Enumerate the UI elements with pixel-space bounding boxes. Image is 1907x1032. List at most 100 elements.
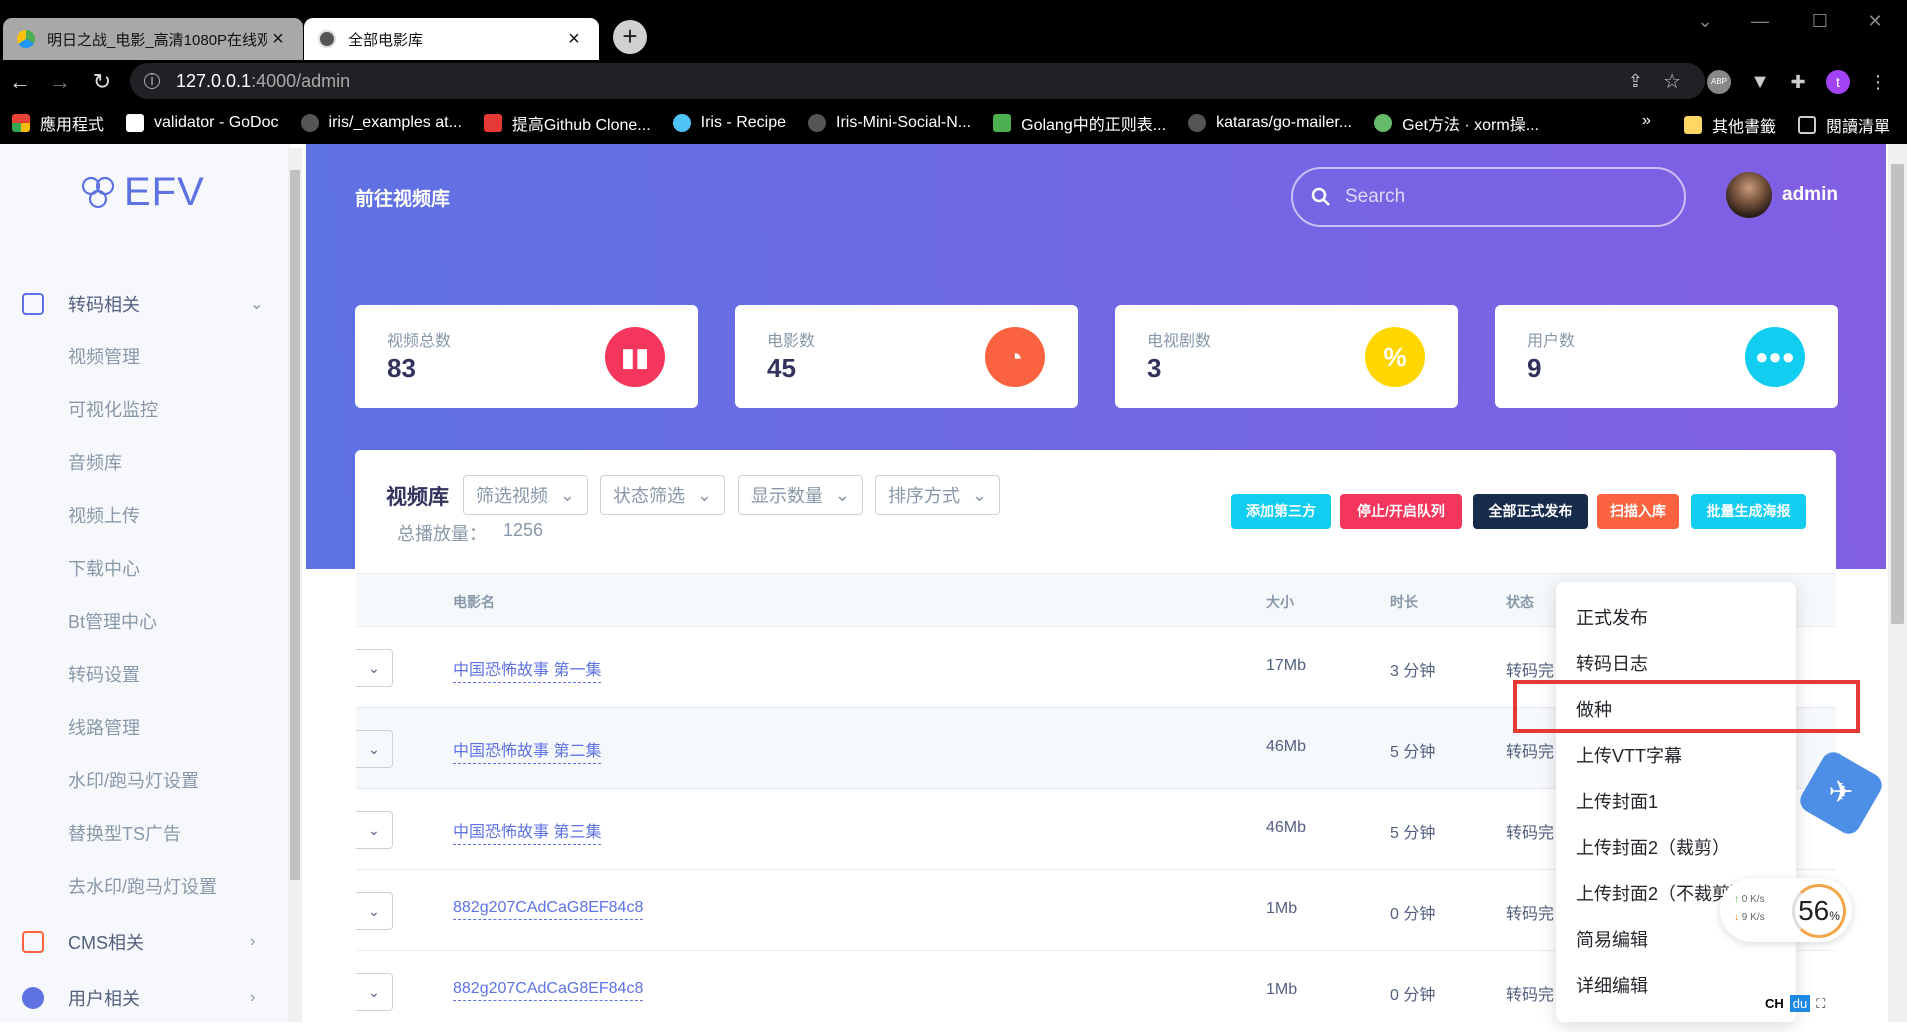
- sidebar-section-transcode[interactable]: 转码相关 ⌄: [0, 279, 290, 329]
- bookmark-apps[interactable]: 應用程式: [12, 111, 104, 135]
- bookmark-xorm[interactable]: Get方法 · xorm操...: [1374, 111, 1539, 135]
- row-actions-dropdown[interactable]: ⌄: [356, 811, 393, 849]
- back-button[interactable]: ←: [4, 66, 36, 98]
- toggle-queue-button[interactable]: 停止/开启队列: [1340, 494, 1462, 529]
- sort-select[interactable]: 排序方式 ⌄: [875, 475, 1000, 515]
- tab-movie-page[interactable]: 明日之战_电影_高清1080P在线观 ×: [3, 18, 303, 60]
- page-size-select[interactable]: 显示数量 ⌄: [738, 475, 863, 515]
- reading-list[interactable]: 閱讀清單: [1798, 113, 1890, 137]
- address-bar[interactable]: i 127.0.0.1:4000/admin ⇪ ☆: [130, 63, 1705, 99]
- page-scrollbar[interactable]: [1888, 144, 1907, 1022]
- reload-button[interactable]: ↻: [86, 66, 118, 98]
- movie-name-link[interactable]: 882g207CAdCaG8EF84c8: [453, 899, 644, 920]
- bookmark-iris-mini-social[interactable]: Iris-Mini-Social-N...: [808, 114, 971, 132]
- iris-logo-icon: [672, 114, 691, 132]
- ime-lang[interactable]: CH: [1765, 996, 1784, 1011]
- sidebar-section-users[interactable]: 用户相关 ›: [0, 973, 290, 1023]
- avatar: [1726, 172, 1772, 218]
- sidebar-item-video-manage[interactable]: 视频管理: [68, 342, 140, 372]
- movie-name-link[interactable]: 中国恐怖故事 第二集: [453, 737, 602, 764]
- bookmark-golang-regex[interactable]: Golang中的正则表...: [993, 111, 1166, 135]
- puzzle-icon[interactable]: ✚: [1786, 70, 1810, 94]
- profile-avatar[interactable]: t: [1826, 70, 1850, 94]
- ime-baidu-icon[interactable]: du: [1789, 995, 1811, 1012]
- network-speed-widget[interactable]: ↑ 0 K/s ↓ 9 K/s 56%: [1720, 878, 1852, 942]
- bookmarks-overflow-button[interactable]: »: [1642, 112, 1651, 130]
- stat-card-videos: 视频总数 83 ▮▮: [355, 305, 698, 408]
- bookmark-go-mailer[interactable]: kataras/go-mailer...: [1188, 114, 1352, 132]
- movie-name-link[interactable]: 中国恐怖故事 第一集: [453, 656, 602, 683]
- logo-hex-icon: [81, 176, 115, 208]
- sidebar-item-watermark[interactable]: 水印/跑马灯设置: [68, 766, 199, 796]
- row-actions-dropdown[interactable]: ⌄: [356, 649, 393, 687]
- scan-library-button[interactable]: 扫描入库: [1597, 494, 1679, 529]
- adblock-icon[interactable]: ABP: [1707, 70, 1731, 94]
- bookmark-iris-examples[interactable]: iris/_examples at...: [300, 114, 462, 132]
- chevron-down-icon: ⌄: [834, 484, 850, 505]
- github-icon: [808, 114, 826, 132]
- forward-button[interactable]: →: [44, 66, 76, 98]
- publish-all-button[interactable]: 全部正式发布: [1473, 494, 1588, 529]
- share-icon[interactable]: ⇪: [1628, 71, 1643, 92]
- sidebar-item-audio[interactable]: 音频库: [68, 448, 122, 478]
- menu-item-quick-edit[interactable]: 简易编辑: [1576, 926, 1648, 952]
- row-actions-dropdown[interactable]: ⌄: [356, 973, 393, 1011]
- add-third-party-button[interactable]: 添加第三方: [1231, 494, 1331, 529]
- batch-poster-button[interactable]: 批量生成海报: [1691, 494, 1806, 529]
- apps-grid-icon: [12, 114, 30, 132]
- menu-item-upload-cover1[interactable]: 上传封面1: [1576, 788, 1658, 814]
- logo-text: EFV: [124, 170, 205, 214]
- info-icon[interactable]: i: [144, 73, 160, 89]
- sidebar-item-monitor[interactable]: 可视化监控: [68, 395, 158, 425]
- scrollbar-thumb[interactable]: [290, 170, 300, 880]
- sidebar-section-cms[interactable]: CMS相关 ›: [0, 917, 290, 967]
- movie-name-link[interactable]: 882g207CAdCaG8EF84c8: [453, 980, 644, 1001]
- bookmark-github-clone[interactable]: 提高Github Clone...: [483, 111, 651, 135]
- bookmark-validator[interactable]: validator - GoDoc: [126, 114, 279, 132]
- status-filter-select[interactable]: 状态筛选 ⌄: [600, 475, 725, 515]
- sidebar-item-download[interactable]: 下载中心: [68, 554, 140, 584]
- play-logo-icon: [17, 30, 35, 48]
- minimize-button[interactable]: —: [1735, 6, 1785, 36]
- sidebar-item-remove-watermark[interactable]: 去水印/跑马灯设置: [68, 872, 217, 902]
- star-icon[interactable]: ☆: [1663, 69, 1681, 94]
- close-window-button[interactable]: ✕: [1850, 6, 1900, 36]
- menu-item-detail-edit[interactable]: 详细编辑: [1576, 972, 1648, 998]
- chart-pie-icon: ◔: [985, 327, 1045, 387]
- new-tab-button[interactable]: +: [613, 20, 647, 54]
- sidebar-item-ts-ads[interactable]: 替换型TS广告: [68, 819, 181, 849]
- close-icon[interactable]: ×: [267, 28, 289, 51]
- sidebar-item-transcode-settings[interactable]: 转码设置: [68, 660, 140, 690]
- row-actions-dropdown[interactable]: ⌄: [356, 892, 393, 930]
- menu-kebab-icon[interactable]: ⋮: [1866, 70, 1890, 94]
- sidebar-scrollbar[interactable]: [288, 148, 302, 1022]
- sidebar-item-routes[interactable]: 线路管理: [68, 713, 140, 743]
- bookmark-iris-recipe[interactable]: Iris - Recipe: [672, 114, 786, 132]
- brand-link[interactable]: 前往视频库: [355, 184, 450, 211]
- menu-item-publish[interactable]: 正式发布: [1576, 604, 1648, 630]
- close-icon[interactable]: ×: [563, 28, 585, 51]
- logo[interactable]: EFV: [80, 170, 205, 215]
- reading-list-icon: [1798, 116, 1816, 134]
- scrollbar-thumb[interactable]: [1891, 164, 1904, 624]
- sidebar-item-upload[interactable]: 视频上传: [68, 501, 140, 531]
- user-menu[interactable]: admin: [1726, 172, 1838, 218]
- tab-search-icon[interactable]: ⌄: [1680, 6, 1730, 36]
- filter-video-select[interactable]: 筛选视频 ⌄: [463, 475, 588, 515]
- other-bookmarks[interactable]: 其他書籤: [1684, 113, 1776, 137]
- menu-item-transcode-log[interactable]: 转码日志: [1576, 650, 1648, 676]
- extension-v-icon[interactable]: ▼: [1748, 70, 1772, 94]
- fullscreen-icon[interactable]: ⛶: [1816, 996, 1825, 1012]
- floating-bird-widget[interactable]: ✈: [1795, 747, 1887, 839]
- sidebar-item-bt[interactable]: Bt管理中心: [68, 607, 157, 637]
- users-icon: [22, 987, 44, 1009]
- menu-item-upload-cover2-crop[interactable]: 上传封面2（裁剪）: [1576, 834, 1730, 860]
- row-actions-dropdown[interactable]: ⌄: [356, 730, 393, 768]
- maximize-button[interactable]: ☐: [1795, 6, 1845, 36]
- search-input[interactable]: [1345, 186, 1645, 208]
- tab-movie-library[interactable]: 全部电影库 ×: [304, 18, 599, 60]
- percent-icon: %: [1365, 327, 1425, 387]
- movie-name-link[interactable]: 中国恐怖故事 第三集: [453, 818, 602, 845]
- menu-item-upload-vtt[interactable]: 上传VTT字幕: [1576, 742, 1682, 768]
- search-box[interactable]: [1291, 167, 1686, 227]
